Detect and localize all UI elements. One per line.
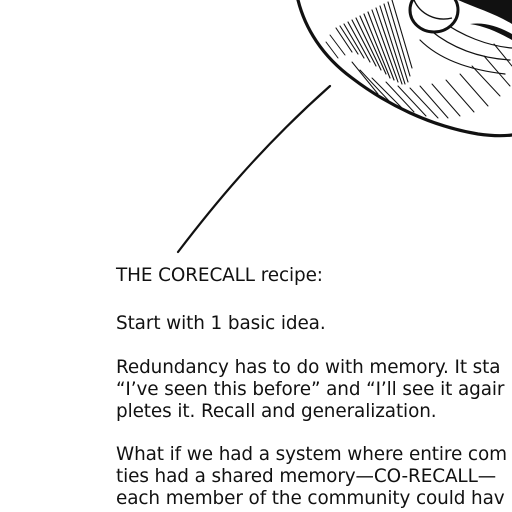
paragraph-2-line-2: “I’ve seen this before” and “I’ll see it… [116, 379, 505, 400]
paragraph-2-line-3: pletes it. Recall and generalization. [116, 401, 437, 422]
scanned-page: THE CORECALL recipe: Start with 1 basic … [0, 0, 512, 512]
recipe-heading: THE CORECALL recipe: [116, 265, 323, 286]
paragraph-3-line-3: each member of the community could hav [116, 488, 505, 509]
paragraph-3-line-1: What if we had a system where entire com [116, 444, 507, 465]
paragraph-1-line-1: Start with 1 basic idea. [116, 313, 326, 334]
paragraph-2-line-1: Redundancy has to do with memory. It sta [116, 357, 501, 378]
circle-illustration-icon [176, 0, 512, 254]
paragraph-3-line-2: ties had a shared memory—CO-RECALL— [116, 466, 497, 487]
